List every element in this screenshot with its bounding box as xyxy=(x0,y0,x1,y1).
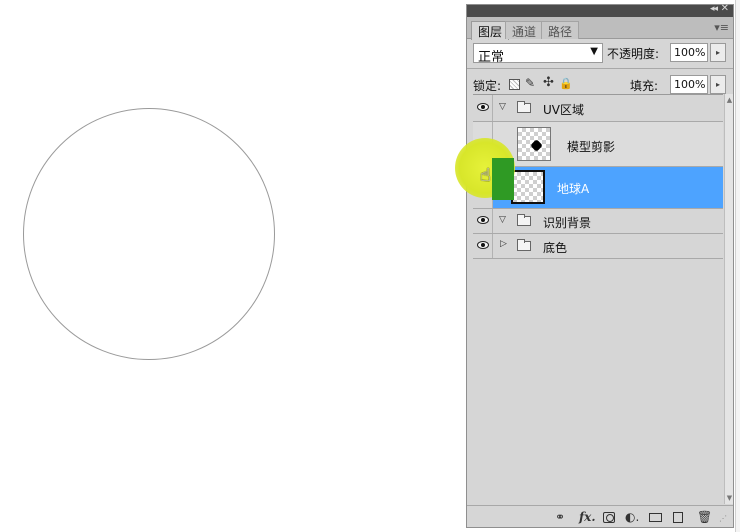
lock-position-icon[interactable]: ✣ xyxy=(543,75,554,90)
divider xyxy=(467,68,733,69)
scroll-down-icon[interactable]: ▼ xyxy=(725,494,734,502)
lock-label: 锁定: xyxy=(473,79,502,93)
lock-transparent-pixels-icon[interactable] xyxy=(509,79,520,90)
close-icon[interactable]: ✕ xyxy=(721,3,729,14)
collapse-icon[interactable]: ◂◂ xyxy=(710,4,718,14)
add-mask-icon[interactable] xyxy=(603,512,615,523)
panel-titlebar[interactable]: ◂◂ ✕ xyxy=(467,3,733,17)
layer-row-group[interactable]: ▷ 底色 xyxy=(473,234,723,259)
expand-triangle-icon[interactable]: ▽ xyxy=(499,102,506,112)
cursor-highlight-shadow xyxy=(492,158,514,200)
blend-mode-value: 正常 xyxy=(478,50,505,65)
layer-thumbnail xyxy=(517,127,551,161)
new-layer-icon[interactable] xyxy=(673,512,683,523)
layer-style-icon[interactable]: fx. xyxy=(579,510,596,524)
trash-icon[interactable]: 🗑 xyxy=(697,510,712,524)
eye-icon[interactable] xyxy=(477,216,489,224)
layer-thumbnail xyxy=(511,170,545,204)
dropdown-arrow-icon: ▼ xyxy=(590,46,598,57)
tab-layers[interactable]: 图层 xyxy=(471,21,510,40)
folder-icon xyxy=(517,214,531,226)
opacity-slider-button[interactable]: ▸ xyxy=(710,43,726,62)
fill-slider-button[interactable]: ▸ xyxy=(710,75,726,94)
adjustment-layer-icon[interactable]: ◐. xyxy=(625,510,639,524)
layer-name: 模型剪影 xyxy=(567,140,616,154)
visibility-cell[interactable] xyxy=(473,95,493,121)
folder-icon xyxy=(517,101,531,113)
layer-row-group[interactable]: ▽ UV区域 xyxy=(473,95,723,122)
panel-footer: ⚭ fx. ◐. 🗑 ⋰ xyxy=(467,505,733,527)
collapse-triangle-icon[interactable]: ▷ xyxy=(500,239,507,249)
tab-paths[interactable]: 路径 xyxy=(541,21,580,39)
eye-icon[interactable] xyxy=(477,241,489,249)
visibility-cell[interactable] xyxy=(473,234,493,258)
document-canvas[interactable] xyxy=(0,0,464,532)
layers-panel: ◂◂ ✕ 图层 通道 路径 ▾≡ 正常 ▼ 不透明度: 100% ▸ 锁定: ✎… xyxy=(466,3,734,528)
opacity-label: 不透明度: xyxy=(607,47,660,61)
layer-row-group[interactable]: ▽ 识别背景 xyxy=(473,209,723,234)
layer-name: 识别背景 xyxy=(543,216,592,230)
visibility-cell[interactable] xyxy=(473,209,493,233)
expand-triangle-icon[interactable]: ▽ xyxy=(499,215,506,225)
scroll-up-icon[interactable]: ▲ xyxy=(725,96,734,104)
link-layers-icon[interactable]: ⚭ xyxy=(555,510,565,524)
eye-icon[interactable] xyxy=(477,103,489,111)
scrollbar[interactable]: ▲ ▼ xyxy=(724,94,733,504)
folder-icon xyxy=(517,239,531,251)
blend-mode-select[interactable]: 正常 ▼ xyxy=(473,43,603,65)
new-group-icon[interactable] xyxy=(649,513,662,522)
layer-name: 底色 xyxy=(543,241,568,255)
opacity-input[interactable]: 100% xyxy=(670,43,708,62)
circle-shape xyxy=(23,108,275,360)
layer-name: 地球A xyxy=(557,182,590,196)
lock-all-icon[interactable]: 🔒 xyxy=(559,77,573,90)
fill-label: 填充: xyxy=(630,79,659,93)
panel-menu-icon[interactable]: ▾≡ xyxy=(714,21,729,34)
tab-channels[interactable]: 通道 xyxy=(505,21,544,39)
lock-image-pixels-icon[interactable]: ✎ xyxy=(525,76,535,90)
resize-grip-icon[interactable]: ⋰ xyxy=(719,514,727,523)
hand-cursor-icon: ☝ xyxy=(480,165,491,186)
window-edge xyxy=(735,0,740,532)
fill-input[interactable]: 100% xyxy=(670,75,708,94)
panel-tabs: 图层 通道 路径 ▾≡ xyxy=(467,17,733,40)
layer-name: UV区域 xyxy=(543,103,584,117)
silhouette-shape xyxy=(530,139,543,152)
